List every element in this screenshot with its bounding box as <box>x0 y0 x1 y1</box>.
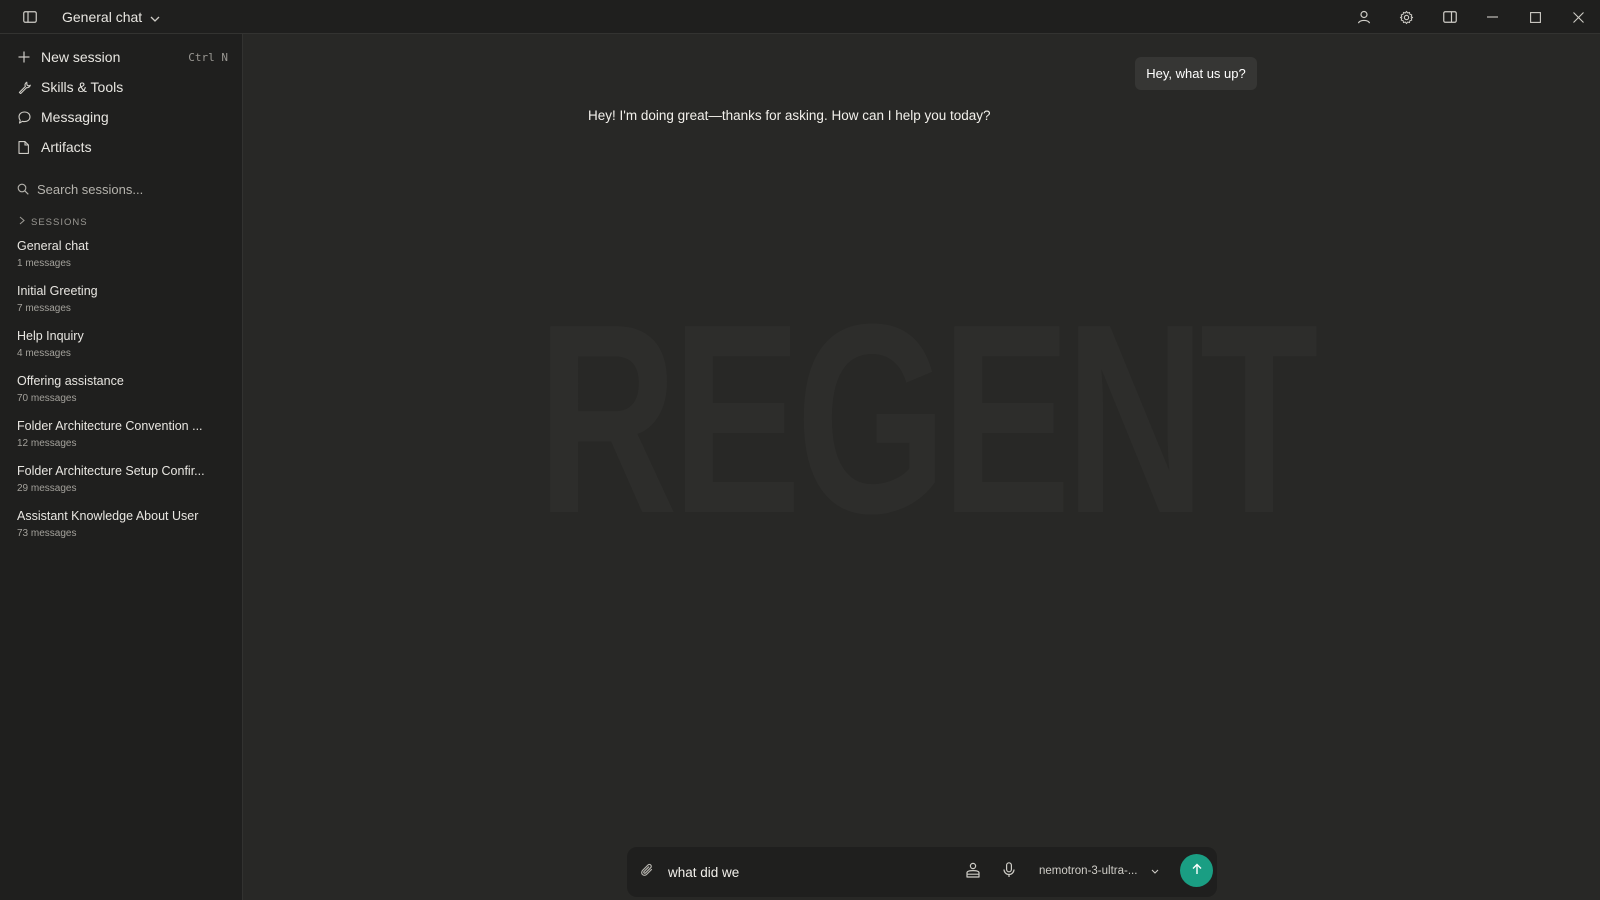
sidebar-item-artifacts[interactable]: Artifacts <box>18 135 228 159</box>
maximize-icon[interactable] <box>1514 0 1557 34</box>
send-button[interactable] <box>1180 854 1213 887</box>
model-selector[interactable]: nemotron-3-ultra-... <box>1039 861 1159 881</box>
wrench-icon <box>18 81 41 94</box>
search-icon <box>17 183 37 195</box>
sidebar-toggle-icon[interactable] <box>21 8 39 26</box>
gear-icon[interactable] <box>1385 0 1428 34</box>
new-session-shortcut: Ctrl N <box>188 50 228 64</box>
session-item[interactable]: General chat 1 messages <box>17 239 227 277</box>
session-item[interactable]: Help Inquiry 4 messages <box>17 329 227 367</box>
title-bar: General chat <box>0 0 1600 34</box>
message-input[interactable] <box>668 862 948 882</box>
sessions-header-label: SESSIONS <box>31 216 88 228</box>
user-icon[interactable] <box>1342 0 1385 34</box>
sidebar-item-label: Artifacts <box>41 139 92 155</box>
sidebar-item-label: Skills & Tools <box>41 79 124 95</box>
session-message-count: 12 messages <box>17 438 77 449</box>
microphone-icon[interactable] <box>1003 862 1015 883</box>
minimize-icon[interactable] <box>1471 0 1514 34</box>
message-composer: nemotron-3-ultra-... <box>627 847 1217 897</box>
sidebar-item-skills-tools[interactable]: Skills & Tools <box>18 75 228 99</box>
chevron-right-icon <box>19 216 25 228</box>
document-icon <box>18 140 41 154</box>
session-message-count: 1 messages <box>17 258 71 269</box>
session-title: Help Inquiry <box>17 329 84 343</box>
session-message-count: 7 messages <box>17 303 71 314</box>
arrow-up-icon <box>1191 862 1203 880</box>
session-item[interactable]: Offering assistance 70 messages <box>17 374 227 412</box>
session-message-count: 29 messages <box>17 483 77 494</box>
user-message-bubble: Hey, what us up? <box>1135 57 1257 90</box>
assistant-message: Hey! I'm doing great—thanks for asking. … <box>588 108 991 123</box>
session-title: Offering assistance <box>17 374 124 388</box>
app-window: General chat New session Ctrl N Skills &… <box>0 0 1600 900</box>
window-controls <box>1342 0 1600 34</box>
sessions-section-toggle[interactable]: SESSIONS <box>19 215 88 229</box>
brand-watermark: REGENT <box>537 269 1318 570</box>
session-title-dropdown[interactable]: General chat <box>62 8 160 26</box>
message-icon <box>18 110 41 124</box>
new-session-button[interactable]: New session Ctrl N <box>18 45 228 69</box>
sidebar: New session Ctrl N Skills & Tools Messag… <box>0 34 243 900</box>
plus-icon <box>18 51 41 63</box>
session-message-count: 4 messages <box>17 348 71 359</box>
agent-icon[interactable] <box>965 862 981 883</box>
paperclip-icon[interactable] <box>640 863 654 882</box>
chevron-down-icon <box>150 9 160 25</box>
model-name: nemotron-3-ultra-... <box>1039 865 1138 877</box>
session-title: Initial Greeting <box>17 284 98 298</box>
search-input[interactable] <box>37 181 227 197</box>
panel-icon[interactable] <box>1428 0 1471 34</box>
chat-area: REGENT Hey, what us up? Hey! I'm doing g… <box>243 34 1600 900</box>
session-item[interactable]: Initial Greeting 7 messages <box>17 284 227 322</box>
sidebar-item-label: Messaging <box>41 109 109 125</box>
session-item[interactable]: Folder Architecture Setup Confir... 29 m… <box>17 464 227 502</box>
session-title: Folder Architecture Setup Confir... <box>17 464 205 478</box>
chevron-down-icon <box>1151 865 1159 877</box>
session-message-count: 73 messages <box>17 528 77 539</box>
session-title: General chat <box>62 9 143 25</box>
search-sessions <box>17 177 227 201</box>
close-icon[interactable] <box>1557 0 1600 34</box>
session-item[interactable]: Assistant Knowledge About User 73 messag… <box>17 509 227 547</box>
sidebar-item-messaging[interactable]: Messaging <box>18 105 228 129</box>
session-title: General chat <box>17 239 89 253</box>
session-item[interactable]: Folder Architecture Convention ... 12 me… <box>17 419 227 457</box>
session-title: Folder Architecture Convention ... <box>17 419 203 433</box>
session-title: Assistant Knowledge About User <box>17 509 199 523</box>
new-session-label: New session <box>41 49 121 65</box>
session-message-count: 70 messages <box>17 393 77 404</box>
